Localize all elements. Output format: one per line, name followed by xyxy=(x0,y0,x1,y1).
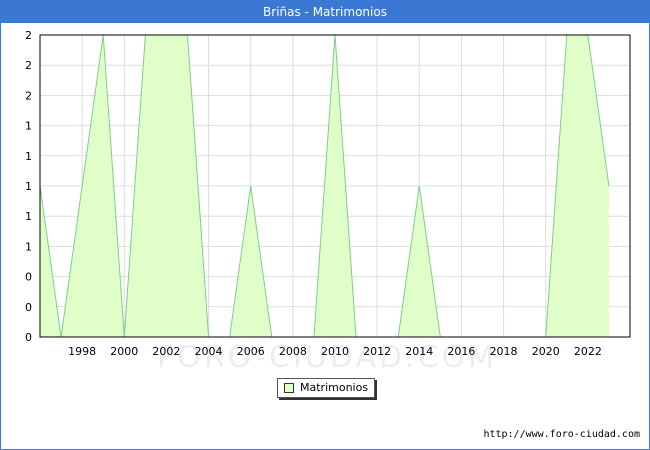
x-tick-label: 2000 xyxy=(110,345,138,358)
y-tick-label: 1 xyxy=(25,210,32,223)
y-tick-label: 1 xyxy=(25,180,32,193)
chart-frame: Briñas - Matrimonios FORO-CIUDAD.COM 000… xyxy=(0,0,650,450)
y-tick-label: 1 xyxy=(25,240,32,253)
x-tick-label: 1998 xyxy=(68,345,96,358)
y-tick-label: 2 xyxy=(25,89,32,102)
y-tick-label: 1 xyxy=(25,120,32,133)
y-tick-label: 0 xyxy=(25,301,32,314)
x-tick-label: 2020 xyxy=(532,345,560,358)
legend: Matrimonios xyxy=(277,378,375,398)
x-tick-label: 2016 xyxy=(447,345,475,358)
legend-swatch-matrimonios xyxy=(284,383,294,393)
x-tick-label: 2006 xyxy=(237,345,265,358)
x-tick-label: 2022 xyxy=(574,345,602,358)
footer-url[interactable]: http://www.foro-ciudad.com xyxy=(483,429,640,440)
y-tick-label: 1 xyxy=(25,150,32,163)
y-tick-label: 0 xyxy=(25,331,32,344)
y-tick-label: 0 xyxy=(25,271,32,284)
x-tick-label: 2004 xyxy=(195,345,223,358)
x-tick-label: 2018 xyxy=(490,345,518,358)
x-tick-label: 2010 xyxy=(321,345,349,358)
y-tick-label: 2 xyxy=(25,29,32,42)
x-tick-label: 2008 xyxy=(279,345,307,358)
x-tick-label: 2014 xyxy=(405,345,433,358)
x-tick-label: 2002 xyxy=(152,345,180,358)
y-tick-label: 2 xyxy=(25,59,32,72)
legend-label-matrimonios: Matrimonios xyxy=(300,381,369,394)
x-tick-label: 2012 xyxy=(363,345,391,358)
